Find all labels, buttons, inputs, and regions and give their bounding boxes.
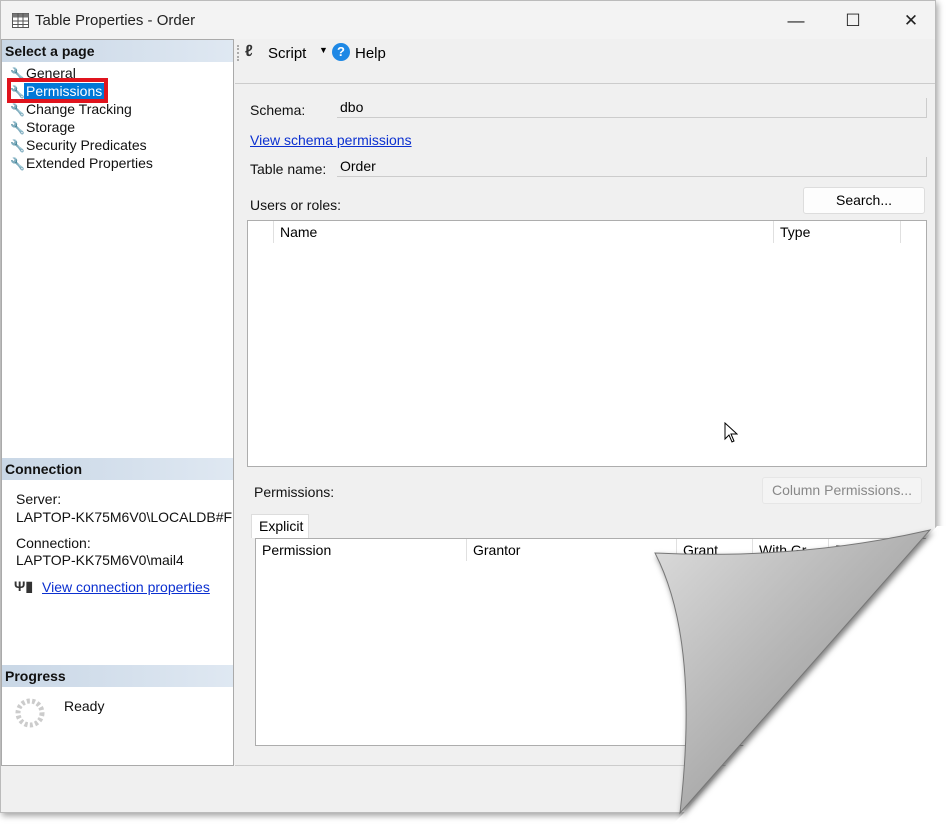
page-curl-effect (654, 526, 949, 827)
